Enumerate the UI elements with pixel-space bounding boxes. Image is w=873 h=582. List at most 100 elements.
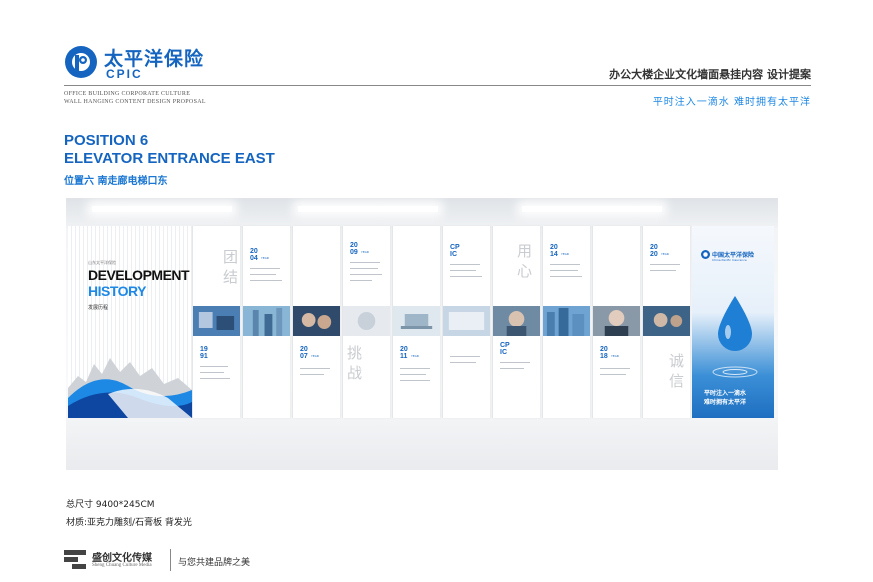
- year-label: 19 91: [200, 346, 208, 360]
- year-suffix: YEAR: [411, 354, 419, 358]
- floor: [66, 418, 778, 470]
- timeline-panel: 20 07 YEAR: [292, 226, 340, 418]
- text-line: [450, 270, 476, 271]
- text-line: [650, 270, 676, 271]
- logo-text-en: CPIC: [106, 67, 143, 81]
- subtitle-en-line-1: OFFICE BUILDING CORPORATE CULTURE: [64, 91, 191, 97]
- text-line: [350, 262, 380, 263]
- footer-company-cn: 盛创文化传媒: [92, 553, 152, 564]
- timeline-panel: 20 20 YEAR 诚 信: [642, 226, 690, 418]
- text-line: [250, 274, 276, 275]
- timeline-panel: 20 14 YEAR: [542, 226, 590, 418]
- text-line: [300, 368, 330, 369]
- cpic-logo-icon: [701, 250, 710, 259]
- spec-material: 材质:亚克力雕刻/石膏板 背发光: [66, 518, 192, 528]
- text-line: [600, 368, 630, 369]
- text-line: [300, 374, 324, 375]
- big-character: 结: [223, 268, 239, 286]
- text-line: [250, 280, 282, 281]
- year-label: 20 14: [550, 244, 558, 258]
- text-line: [500, 362, 530, 363]
- big-character: 信: [669, 372, 685, 390]
- text-line: [200, 372, 224, 373]
- big-character: 团: [223, 248, 239, 266]
- year-label: CP IC: [450, 244, 460, 258]
- text-line: [500, 368, 524, 369]
- text-line: [550, 270, 578, 271]
- year-suffix: YEAR: [611, 354, 619, 358]
- timeline-panel: CP IC: [442, 226, 490, 418]
- text-line: [450, 362, 476, 363]
- text-line: [400, 374, 426, 375]
- text-line: [450, 264, 480, 265]
- ceiling: [66, 198, 778, 228]
- text-line: [400, 368, 430, 369]
- wave-graphic: [68, 358, 192, 418]
- photo-band: [393, 306, 440, 336]
- text-line: [250, 268, 280, 269]
- subtitle-en: OFFICE BUILDING CORPORATE CULTURE WALL H…: [64, 90, 206, 106]
- position-title: POSITION 6: [64, 132, 149, 149]
- intro-title-history: HISTORY: [88, 283, 146, 299]
- text-line: [350, 280, 372, 281]
- big-character: 诚: [669, 352, 685, 370]
- text-line: [200, 378, 230, 379]
- text-line: [200, 366, 228, 367]
- ceiling-light: [92, 206, 232, 212]
- year-label: 20 11: [400, 346, 408, 360]
- document-title: 办公大楼企业文化墙面悬挂内容 设计提案: [609, 68, 811, 81]
- year-label: 20 20: [650, 244, 658, 258]
- text-line: [450, 276, 482, 277]
- water-drop-icon: [712, 296, 758, 378]
- photo-band: [593, 306, 640, 336]
- wall-rendering: 山东太平洋保险 DEVELOPMENT HISTORY 发展历程 团 结 19 …: [66, 198, 778, 470]
- cpic-logo-icon: [65, 46, 97, 78]
- text-line: [650, 264, 680, 265]
- photo-band: [293, 306, 340, 336]
- photo-band: [493, 306, 540, 336]
- spec-size: 总尺寸 9400*245CM: [66, 500, 155, 510]
- brand-slogan-line-1: 平时注入一滴水: [704, 390, 747, 397]
- timeline-panel: 用 心 CP IC: [492, 226, 540, 418]
- subtitle-en-line-2: WALL HANGING CONTENT DESIGN PROPOSAL: [64, 99, 206, 105]
- intro-title-development: DEVELOPMENT: [88, 267, 190, 283]
- year-label: 20 09: [350, 242, 358, 256]
- brand-slogan-line-2: 难时拥有太平洋: [704, 399, 747, 406]
- photo-band: [193, 306, 240, 336]
- footer-divider: [170, 549, 171, 571]
- intro-panel: 山东太平洋保险 DEVELOPMENT HISTORY 发展历程: [68, 226, 192, 418]
- year-label: 20 18: [600, 346, 608, 360]
- brand-name-en: China Pacific Insurance: [712, 258, 747, 262]
- ceiling-light: [298, 206, 438, 212]
- year-suffix: YEAR: [661, 252, 669, 256]
- year-label: 20 07: [300, 346, 308, 360]
- year-suffix: YEAR: [361, 250, 369, 254]
- photo-band: [343, 306, 390, 336]
- text-line: [400, 380, 430, 381]
- text-line: [600, 374, 626, 375]
- timeline-panels: 团 结 19 91 20 04 YEAR 20 07 YEAR 20 09 YE…: [192, 226, 692, 418]
- timeline-panel: 20 09 YEAR 挑 战: [342, 226, 390, 418]
- photo-band: [243, 306, 290, 336]
- big-character: 战: [347, 364, 363, 382]
- footer-company-en: Sheng Chuang Culture Media: [92, 563, 152, 568]
- text-line: [450, 356, 480, 357]
- timeline-panel: 20 04 YEAR: [242, 226, 290, 418]
- photo-band: [643, 306, 690, 336]
- intro-company: 山东太平洋保险: [88, 260, 116, 265]
- header-slogan: 平时注入一滴水 难时拥有太平洋: [652, 97, 811, 108]
- year-label: CP IC: [500, 342, 510, 356]
- big-character: 心: [517, 262, 533, 280]
- timeline-panel: 20 18 YEAR: [592, 226, 640, 418]
- header-divider: [64, 85, 811, 86]
- text-line: [550, 276, 582, 277]
- footer-slogan: 与您共建品牌之美: [178, 558, 251, 568]
- timeline-panel: 团 结 19 91: [192, 226, 240, 418]
- company-mark-icon: [64, 550, 86, 569]
- text-line: [550, 264, 580, 265]
- year-label: 20 04: [250, 248, 258, 262]
- big-character: 用: [517, 242, 533, 260]
- timeline-panel: 20 11 YEAR: [392, 226, 440, 418]
- position-location: ELEVATOR ENTRANCE EAST: [64, 150, 275, 167]
- photo-band: [543, 306, 590, 336]
